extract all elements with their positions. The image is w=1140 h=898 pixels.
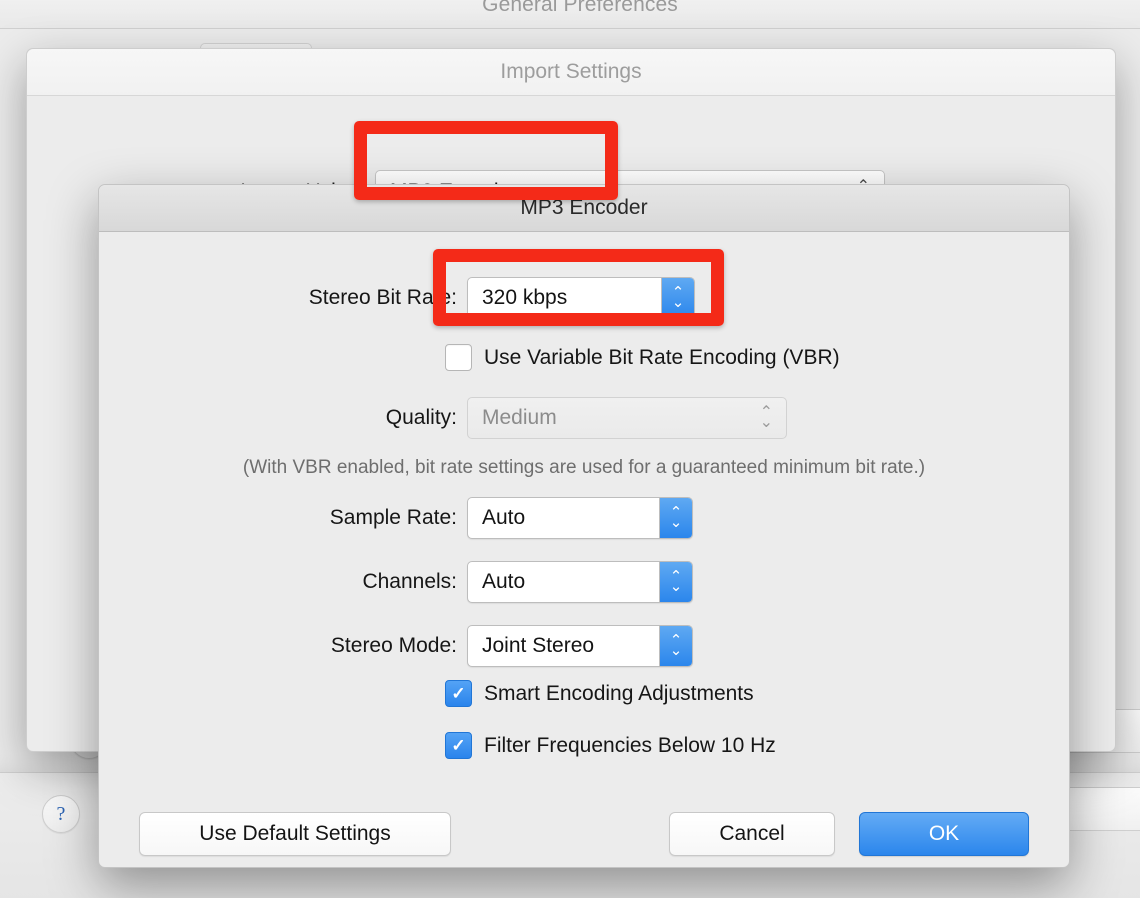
channels-value: Auto: [468, 570, 525, 594]
help-icon[interactable]: ?: [42, 795, 80, 833]
chevron-down-icon: ⌄: [672, 298, 685, 308]
channels-label: Channels:: [99, 570, 467, 594]
stereo-bit-rate-row: Stereo Bit Rate: 320 kbps ⌃ ⌄: [99, 277, 1069, 319]
chevron-down-icon: ⌄: [670, 518, 683, 528]
sample-rate-value: Auto: [468, 506, 525, 530]
import-settings-titlebar: Import Settings: [27, 49, 1115, 96]
channels-dropdown[interactable]: Auto ⌃ ⌄: [467, 561, 693, 603]
vbr-checkbox[interactable]: [445, 344, 472, 371]
chevron-updown-icon: ⌃ ⌄: [760, 408, 773, 428]
stereo-mode-dropdown[interactable]: Joint Stereo ⌃ ⌄: [467, 625, 693, 667]
quality-row: Quality: Medium ⌃ ⌄: [99, 397, 1069, 439]
quality-dropdown: Medium ⌃ ⌄: [467, 397, 787, 439]
stereo-mode-row: Stereo Mode: Joint Stereo ⌃ ⌄: [99, 625, 1069, 667]
channels-row: Channels: Auto ⌃ ⌄: [99, 561, 1069, 603]
chevron-down-icon: ⌄: [670, 582, 683, 592]
filter-frequencies-checkbox[interactable]: ✓: [445, 732, 472, 759]
ok-button[interactable]: OK: [859, 812, 1029, 856]
vbr-checkbox-row[interactable]: Use Variable Bit Rate Encoding (VBR): [445, 344, 840, 371]
general-preferences-title: General Preferences: [482, 0, 678, 17]
stereo-bit-rate-label: Stereo Bit Rate:: [99, 286, 467, 310]
chevron-updown-icon[interactable]: ⌃ ⌄: [659, 498, 692, 538]
mp3-encoder-body: Stereo Bit Rate: 320 kbps ⌃ ⌄ Use Variab…: [99, 232, 1069, 868]
general-preferences-titlebar: General Preferences: [0, 0, 1140, 29]
quality-label: Quality:: [99, 406, 467, 430]
filter-frequencies-checkbox-row[interactable]: ✓ Filter Frequencies Below 10 Hz: [445, 732, 776, 759]
sample-rate-row: Sample Rate: Auto ⌃ ⌄: [99, 497, 1069, 539]
use-default-settings-button[interactable]: Use Default Settings: [139, 812, 451, 856]
smart-encoding-checkbox[interactable]: ✓: [445, 680, 472, 707]
import-settings-title: Import Settings: [500, 60, 641, 84]
mp3-encoder-dialog: MP3 Encoder Stereo Bit Rate: 320 kbps ⌃ …: [98, 184, 1070, 868]
smart-encoding-checkbox-label: Smart Encoding Adjustments: [484, 682, 754, 706]
vbr-checkbox-label: Use Variable Bit Rate Encoding (VBR): [484, 346, 840, 370]
chevron-updown-icon[interactable]: ⌃ ⌄: [659, 626, 692, 666]
chevron-down-icon: ⌄: [760, 418, 773, 428]
smart-encoding-checkbox-row[interactable]: ✓ Smart Encoding Adjustments: [445, 680, 754, 707]
chevron-updown-icon[interactable]: ⌃ ⌄: [659, 562, 692, 602]
chevron-down-icon: ⌄: [670, 646, 683, 656]
filter-frequencies-checkbox-label: Filter Frequencies Below 10 Hz: [484, 734, 776, 758]
vbr-note-text: (With VBR enabled, bit rate settings are…: [99, 457, 1069, 479]
cancel-button[interactable]: Cancel: [669, 812, 835, 856]
sample-rate-label: Sample Rate:: [99, 506, 467, 530]
mp3-encoder-titlebar: MP3 Encoder: [99, 185, 1069, 232]
quality-value: Medium: [468, 406, 557, 430]
chevron-updown-icon[interactable]: ⌃ ⌄: [661, 278, 694, 318]
stereo-mode-label: Stereo Mode:: [99, 634, 467, 658]
stereo-mode-value: Joint Stereo: [468, 634, 594, 658]
stereo-bit-rate-value: 320 kbps: [468, 286, 567, 310]
stereo-bit-rate-dropdown[interactable]: 320 kbps ⌃ ⌄: [467, 277, 695, 319]
mp3-encoder-title: MP3 Encoder: [520, 196, 647, 220]
sample-rate-dropdown[interactable]: Auto ⌃ ⌄: [467, 497, 693, 539]
